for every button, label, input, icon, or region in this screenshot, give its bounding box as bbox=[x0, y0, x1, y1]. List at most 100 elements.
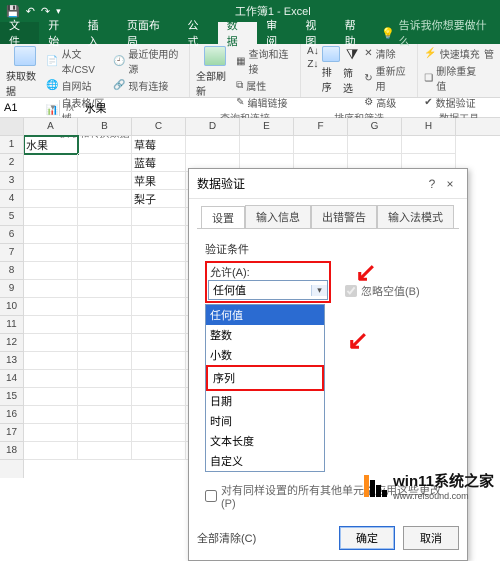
queries-connections[interactable]: ▦查询和连接 bbox=[236, 46, 294, 76]
allow-option-2[interactable]: 小数 bbox=[206, 345, 324, 365]
row-header-12[interactable]: 12 bbox=[0, 334, 23, 352]
cell-G1[interactable] bbox=[348, 136, 402, 154]
from-text-csv[interactable]: 📄从文本/CSV bbox=[46, 46, 110, 76]
cell-C10[interactable] bbox=[132, 298, 186, 316]
cell-A6[interactable] bbox=[24, 226, 78, 244]
allow-option-7[interactable]: 自定义 bbox=[206, 451, 324, 471]
cell-B12[interactable] bbox=[78, 334, 132, 352]
col-header-D[interactable]: D bbox=[186, 118, 240, 135]
col-header-G[interactable]: G bbox=[348, 118, 402, 135]
cell-A12[interactable] bbox=[24, 334, 78, 352]
cell-A8[interactable] bbox=[24, 262, 78, 280]
cancel-button[interactable]: 取消 bbox=[403, 526, 459, 550]
cell-A1[interactable]: 水果 bbox=[24, 136, 78, 154]
cell-B17[interactable] bbox=[78, 424, 132, 442]
cell-C16[interactable] bbox=[132, 406, 186, 424]
allow-option-6[interactable]: 文本长度 bbox=[206, 431, 324, 451]
cell-B2[interactable] bbox=[78, 154, 132, 172]
cell-B1[interactable] bbox=[78, 136, 132, 154]
tab-formula[interactable]: 公式 bbox=[178, 22, 217, 44]
select-all-corner[interactable] bbox=[0, 118, 23, 136]
cell-C2[interactable]: 蓝莓 bbox=[132, 154, 186, 172]
cell-A9[interactable] bbox=[24, 280, 78, 298]
row-header-14[interactable]: 14 bbox=[0, 370, 23, 388]
col-header-B[interactable]: B bbox=[78, 118, 132, 135]
properties[interactable]: ⧉属性 bbox=[236, 78, 294, 93]
cell-A17[interactable] bbox=[24, 424, 78, 442]
allow-option-5[interactable]: 时间 bbox=[206, 411, 324, 431]
allow-option-1[interactable]: 整数 bbox=[206, 325, 324, 345]
cell-A10[interactable] bbox=[24, 298, 78, 316]
cell-A11[interactable] bbox=[24, 316, 78, 334]
cell-D1[interactable] bbox=[186, 136, 240, 154]
ok-button[interactable]: 确定 bbox=[339, 526, 395, 550]
allow-combobox[interactable]: 任何值 ▾ bbox=[208, 280, 328, 300]
cell-C5[interactable] bbox=[132, 208, 186, 226]
cell-A4[interactable] bbox=[24, 190, 78, 208]
tab-ime-mode[interactable]: 输入法模式 bbox=[377, 205, 454, 228]
tab-layout[interactable]: 页面布局 bbox=[118, 22, 179, 44]
cell-C18[interactable] bbox=[132, 442, 186, 460]
row-header-1[interactable]: 1 bbox=[0, 136, 23, 154]
cell-C15[interactable] bbox=[132, 388, 186, 406]
allow-option-0[interactable]: 任何值 bbox=[206, 305, 324, 325]
row-header-5[interactable]: 5 bbox=[0, 208, 23, 226]
cell-B16[interactable] bbox=[78, 406, 132, 424]
sort-asc-icon[interactable]: A↓ bbox=[307, 46, 319, 57]
flash-fill[interactable]: ⚡快速填充 bbox=[424, 46, 481, 61]
cell-B15[interactable] bbox=[78, 388, 132, 406]
name-box-dropdown-icon[interactable]: ▾ bbox=[50, 102, 55, 113]
qat-more-icon[interactable]: ▾ bbox=[56, 6, 61, 17]
tab-error-alert[interactable]: 出错警告 bbox=[311, 205, 377, 228]
tell-me[interactable]: 💡 告诉我你想要做什么 bbox=[375, 22, 500, 44]
chevron-down-icon[interactable]: ▾ bbox=[311, 285, 327, 296]
cell-A14[interactable] bbox=[24, 370, 78, 388]
cell-C14[interactable] bbox=[132, 370, 186, 388]
cell-B10[interactable] bbox=[78, 298, 132, 316]
cell-H1[interactable] bbox=[402, 136, 456, 154]
cell-A16[interactable] bbox=[24, 406, 78, 424]
cell-A3[interactable] bbox=[24, 172, 78, 190]
cell-A7[interactable] bbox=[24, 244, 78, 262]
recent-sources[interactable]: 🕘最近使用的源 bbox=[113, 46, 183, 76]
cell-C4[interactable]: 梨子 bbox=[132, 190, 186, 208]
row-header-9[interactable]: 9 bbox=[0, 280, 23, 298]
row-header-17[interactable]: 17 bbox=[0, 424, 23, 442]
apply-same-input[interactable] bbox=[205, 490, 217, 502]
row-header-18[interactable]: 18 bbox=[0, 442, 23, 460]
existing-connections[interactable]: 🔗现有连接 bbox=[113, 78, 183, 93]
cell-A18[interactable] bbox=[24, 442, 78, 460]
cell-E1[interactable] bbox=[240, 136, 294, 154]
cell-B11[interactable] bbox=[78, 316, 132, 334]
undo-icon[interactable]: ↶ bbox=[26, 5, 35, 18]
ignore-blank-checkbox[interactable]: 忽略空值(B) bbox=[345, 283, 420, 299]
remove-duplicates[interactable]: ❏删除重复值 bbox=[424, 63, 481, 93]
cell-A5[interactable] bbox=[24, 208, 78, 226]
from-web[interactable]: 🌐自网站 bbox=[46, 78, 110, 93]
dialog-help-button[interactable]: ? bbox=[423, 177, 441, 191]
cell-B13[interactable] bbox=[78, 352, 132, 370]
cell-B3[interactable] bbox=[78, 172, 132, 190]
cell-C13[interactable] bbox=[132, 352, 186, 370]
row-header-16[interactable]: 16 bbox=[0, 406, 23, 424]
row-header-4[interactable]: 4 bbox=[0, 190, 23, 208]
cell-B14[interactable] bbox=[78, 370, 132, 388]
cell-B6[interactable] bbox=[78, 226, 132, 244]
formula-bar[interactable]: 水果 bbox=[81, 98, 500, 118]
col-header-C[interactable]: C bbox=[132, 118, 186, 135]
save-icon[interactable]: 💾 bbox=[6, 5, 20, 18]
row-header-13[interactable]: 13 bbox=[0, 352, 23, 370]
reapply-filter[interactable]: ↻重新应用 bbox=[364, 63, 411, 93]
row-header-10[interactable]: 10 bbox=[0, 298, 23, 316]
row-header-11[interactable]: 11 bbox=[0, 316, 23, 334]
name-box[interactable]: A1 ▾ bbox=[0, 100, 60, 116]
cell-B18[interactable] bbox=[78, 442, 132, 460]
cell-B4[interactable] bbox=[78, 190, 132, 208]
row-header-6[interactable]: 6 bbox=[0, 226, 23, 244]
row-header-7[interactable]: 7 bbox=[0, 244, 23, 262]
col-header-H[interactable]: H bbox=[402, 118, 456, 135]
tab-home[interactable]: 开始 bbox=[39, 22, 78, 44]
cell-C12[interactable] bbox=[132, 334, 186, 352]
dialog-close-button[interactable]: × bbox=[441, 177, 459, 191]
allow-option-4[interactable]: 日期 bbox=[206, 391, 324, 411]
